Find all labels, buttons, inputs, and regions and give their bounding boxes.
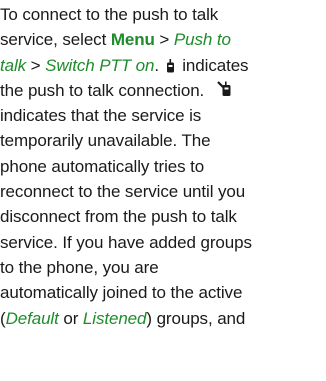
text-run: phone automatically tries to (0, 156, 205, 176)
path-separator: > (26, 55, 46, 75)
text-line-12: automatically joined to the active (0, 280, 320, 305)
text-line-4: the push to talk connection. (0, 78, 320, 103)
text-run: automatically joined to the active (0, 283, 243, 303)
text-line-2: service, select Menu > Push to (0, 27, 320, 52)
text-line-6: temporarily unavailable. The (0, 128, 320, 153)
manual-text-page: To connect to the push to talk service, … (0, 2, 320, 331)
text-run: temporarily unavailable. The (0, 131, 211, 151)
text-run: service, select (0, 30, 111, 50)
text-run: . (154, 55, 159, 75)
text-line-7: phone automatically tries to (0, 154, 320, 179)
text-run: the push to talk connection. (0, 80, 205, 100)
path-separator: > (154, 30, 174, 50)
text-run: To connect to the push to talk (0, 5, 219, 24)
text-line-8: reconnect to the service until you (0, 179, 320, 204)
text-run: disconnect from the push to talk (0, 207, 237, 227)
text-line-1: To connect to the push to talk (0, 2, 320, 27)
text-run: service. If you have added groups (0, 232, 252, 252)
push-to-talk-term: Push to (173, 30, 231, 50)
ptt-unavailable-icon (217, 81, 235, 98)
switch-ptt-on-term: Switch PTT on (45, 55, 155, 75)
ptt-connected-icon (166, 58, 176, 73)
text-line-13: (Default or Listened) groups, and (0, 306, 320, 331)
text-line-5: indicates that the service is (0, 103, 320, 128)
push-to-talk-term-cont: talk (0, 55, 27, 75)
text-line-10: service. If you have added groups (0, 230, 320, 255)
default-group-term: Default (5, 308, 59, 328)
listened-group-term: Listened (82, 308, 147, 328)
text-run: reconnect to the service until you (0, 182, 246, 202)
text-line-9: disconnect from the push to talk (0, 204, 320, 229)
text-run: or (58, 308, 83, 328)
text-line-3: talk > Switch PTT on. indicates (0, 53, 320, 78)
text-run: ) groups, and (146, 308, 246, 328)
text-line-11: to the phone, you are (0, 255, 320, 280)
text-run: indicates that the service is (0, 106, 202, 126)
text-run: to the phone, you are (0, 257, 159, 277)
text-run: indicates (182, 55, 249, 75)
menu-term: Menu (110, 30, 155, 50)
